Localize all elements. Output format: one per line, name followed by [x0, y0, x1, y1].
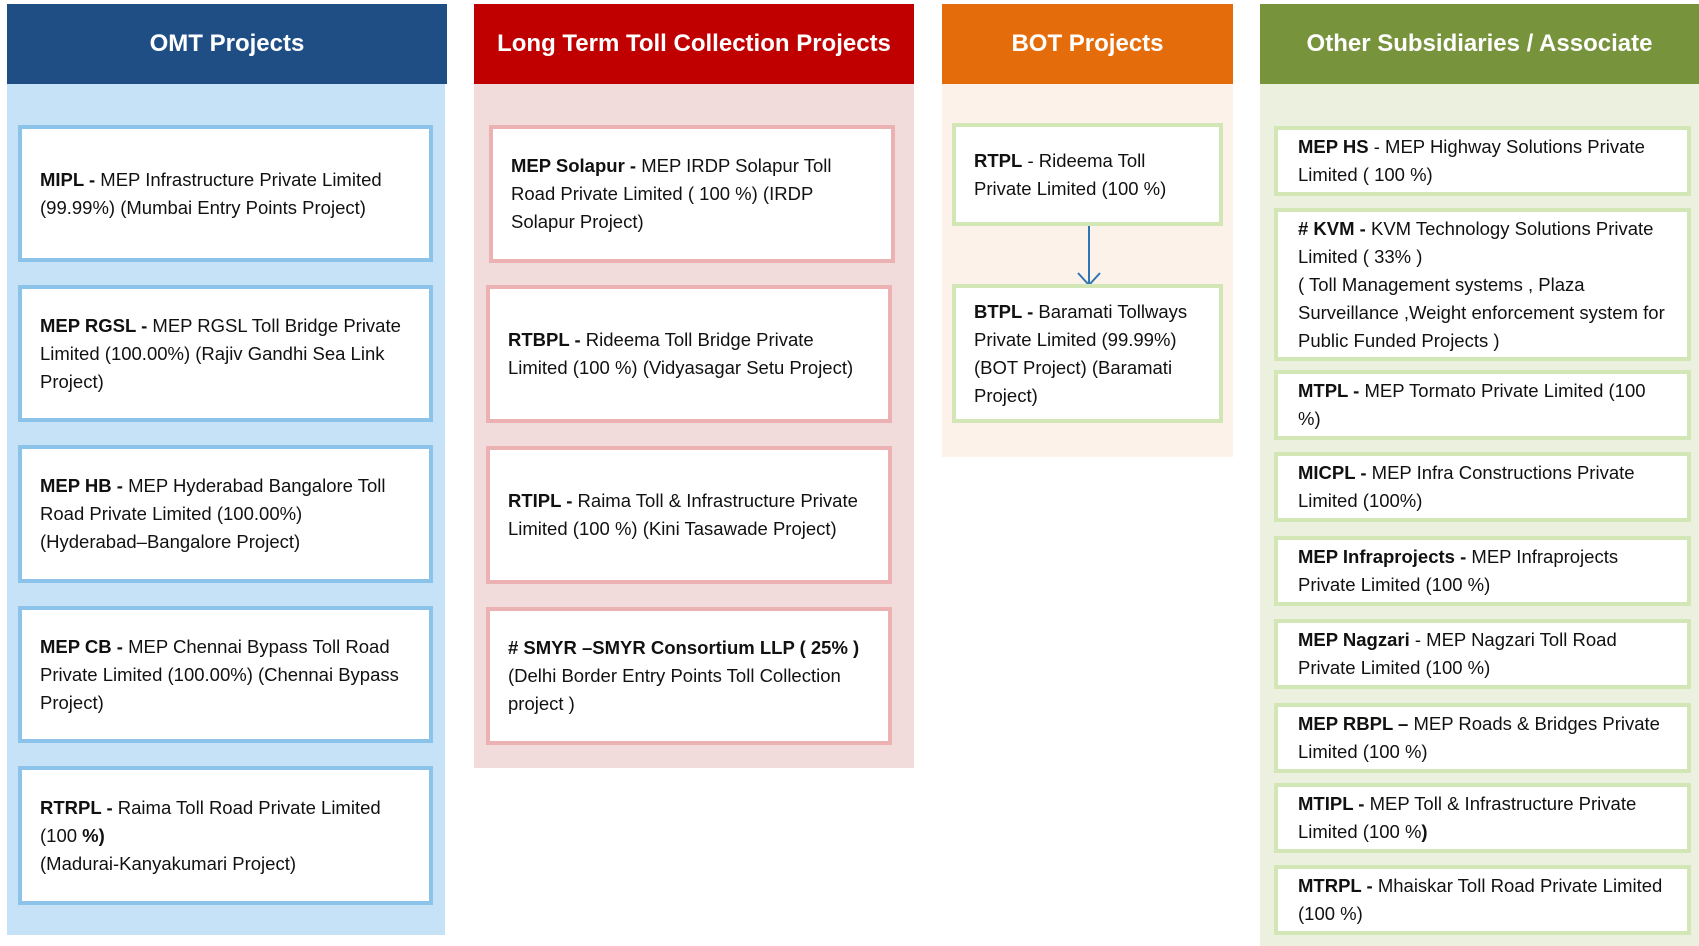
omt-header-label: OMT Projects	[149, 30, 305, 57]
bot-panel: RTPL - Rideema Toll Private Limited (100…	[942, 84, 1233, 457]
omt-box-mipl: MIPL - MEP Infrastructure Private Limite…	[18, 125, 433, 262]
oth-box-mtpl-abbr: MTPL -	[1298, 380, 1365, 401]
ltc-panel: MEP Solapur - MEP IRDP Solapur Toll Road…	[474, 84, 914, 768]
omt-box-rgsl: MEP RGSL - MEP RGSL Toll Bridge Private …	[18, 285, 433, 422]
ltc-box-rtbpl: RTBPL - Rideema Toll Bridge Private Limi…	[486, 285, 892, 423]
ltc-header-label: Long Term Toll Collection Projects	[497, 30, 891, 57]
oth-box-nagzari: MEP Nagzari - MEP Nagzari Toll Road Priv…	[1274, 619, 1691, 689]
omt-box-rtrpl-line2: (Madurai-Kanyakumari Project)	[40, 852, 297, 874]
oth-box-mtipl: MTIPL - MEP Toll & Infrastructure Privat…	[1274, 783, 1691, 853]
omt-box-rgsl-abbr: MEP RGSL -	[40, 314, 153, 336]
ltc-box-smyr-abbr: # SMYR –SMYR Consortium LLP ( 25% )	[508, 637, 860, 658]
oth-box-nagzari-abbr: MEP Nagzari	[1298, 629, 1410, 650]
bot-header-label: BOT Projects	[1011, 30, 1164, 57]
ltc-box-smyr: # SMYR –SMYR Consortium LLP ( 25% ) (Delh…	[486, 607, 892, 745]
omt-panel: MIPL - MEP Infrastructure Private Limite…	[7, 84, 445, 935]
omt-box-rtrpl: RTRPL - Raima Toll Road Private Limited …	[18, 766, 433, 905]
oth-box-kvm-line2: ( Toll Management systems , Plaza Survei…	[1298, 273, 1665, 351]
oth-header: Other Subsidiaries / Associate	[1260, 4, 1699, 84]
omt-box-hb-abbr: MEP HB -	[40, 475, 129, 496]
ltc-header: Long Term Toll Collection Projects	[474, 4, 914, 84]
oth-box-mtpl: MTPL - MEP Tormato Private Limited (100 …	[1274, 370, 1691, 440]
omt-box-rtrpl-tail: %)	[82, 824, 105, 846]
ltc-box-rtbpl-abbr: RTBPL -	[508, 329, 586, 350]
ltc-box-solapur-abbr: MEP Solapur -	[511, 155, 642, 176]
oth-box-rbpl: MEP RBPL – MEP Roads & Bridges Private L…	[1274, 703, 1691, 773]
bot-box-btpl: BTPL - Baramati Tollways Private Limited…	[952, 284, 1223, 423]
oth-box-kvm: # KVM - KVM Technology Solutions Private…	[1274, 208, 1691, 361]
omt-header: OMT Projects	[7, 4, 447, 84]
omt-box-mipl-abbr: MIPL -	[40, 168, 101, 190]
omt-box-rtrpl-abbr: RTRPL -	[40, 796, 118, 818]
ltc-box-rtipl: RTIPL - Raima Toll & Infrastructure Priv…	[486, 446, 892, 584]
omt-box-cb: MEP CB - MEP Chennai Bypass Toll Road Pr…	[18, 606, 433, 743]
ltc-box-smyr-line2: (Delhi Border Entry Points Toll Collecti…	[508, 665, 841, 714]
oth-box-mtipl-tail: )	[1421, 821, 1428, 842]
bot-box-btpl-abbr: BTPL -	[974, 300, 1039, 322]
oth-box-mephs-abbr: MEP HS	[1298, 136, 1369, 157]
omt-box-cb-abbr: MEP CB -	[40, 635, 129, 657]
oth-box-infraprojects: MEP Infraprojects - MEP Infraprojects Pr…	[1274, 536, 1691, 606]
oth-box-infraprojects-abbr: MEP Infraprojects -	[1298, 546, 1472, 567]
ltc-box-solapur: MEP Solapur - MEP IRDP Solapur Toll Road…	[489, 125, 895, 263]
oth-box-mtrpl-abbr: MTRPL -	[1298, 875, 1378, 896]
oth-box-mtrpl: MTRPL - Mhaiskar Toll Road Private Limit…	[1274, 865, 1691, 935]
oth-header-label: Other Subsidiaries / Associate	[1306, 30, 1653, 57]
bot-box-rtpl-abbr: RTPL	[974, 149, 1023, 171]
oth-box-micpl-abbr: MICPL -	[1298, 462, 1372, 483]
down-arrow-icon	[1077, 226, 1101, 287]
oth-box-kvm-abbr: # KVM -	[1298, 217, 1371, 239]
bot-header: BOT Projects	[942, 4, 1233, 84]
ltc-box-rtipl-abbr: RTIPL -	[508, 490, 578, 511]
omt-box-hb: MEP HB - MEP Hyderabad Bangalore Toll Ro…	[18, 445, 433, 583]
oth-panel: MEP HS - MEP Highway Solutions Private L…	[1260, 84, 1699, 946]
oth-box-rbpl-abbr: MEP RBPL –	[1298, 713, 1414, 734]
oth-box-mtipl-abbr: MTIPL -	[1298, 793, 1370, 814]
oth-box-micpl: MICPL - MEP Infra Constructions Private …	[1274, 452, 1691, 522]
oth-box-mephs: MEP HS - MEP Highway Solutions Private L…	[1274, 126, 1691, 196]
bot-box-rtpl: RTPL - Rideema Toll Private Limited (100…	[952, 123, 1223, 226]
